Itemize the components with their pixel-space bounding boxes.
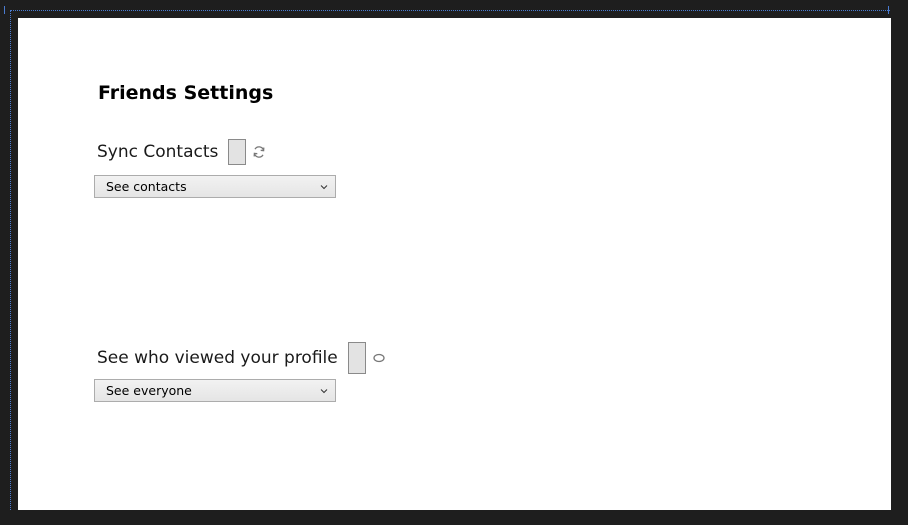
setting-row-sync-contacts: Sync Contacts bbox=[97, 139, 266, 165]
sync-contacts-label: Sync Contacts bbox=[97, 142, 219, 162]
profile-views-toggle[interactable] bbox=[347, 342, 366, 374]
chevron-down-icon bbox=[319, 182, 329, 192]
ellipse-icon bbox=[372, 351, 386, 365]
refresh-icon bbox=[252, 145, 266, 159]
page-title: Friends Settings bbox=[98, 82, 274, 104]
selection-guide-left bbox=[10, 10, 11, 510]
profile-views-dropdown-value: See everyone bbox=[106, 383, 192, 398]
sync-contacts-toggle[interactable] bbox=[228, 139, 247, 165]
chevron-down-icon bbox=[319, 386, 329, 396]
sync-contacts-dropdown-value: See contacts bbox=[106, 179, 187, 194]
profile-views-dropdown[interactable]: See everyone bbox=[94, 379, 336, 402]
setting-row-profile-views: See who viewed your profile bbox=[97, 342, 386, 374]
selection-guide-top bbox=[10, 10, 890, 11]
selection-guide-tick-right bbox=[888, 6, 889, 14]
settings-page: Friends Settings Sync Contacts See conta… bbox=[18, 18, 891, 510]
profile-views-label: See who viewed your profile bbox=[97, 348, 338, 368]
sync-contacts-dropdown[interactable]: See contacts bbox=[94, 175, 336, 198]
selection-guide-tick-left bbox=[4, 6, 17, 14]
designer-frame: Friends Settings Sync Contacts See conta… bbox=[0, 0, 908, 525]
